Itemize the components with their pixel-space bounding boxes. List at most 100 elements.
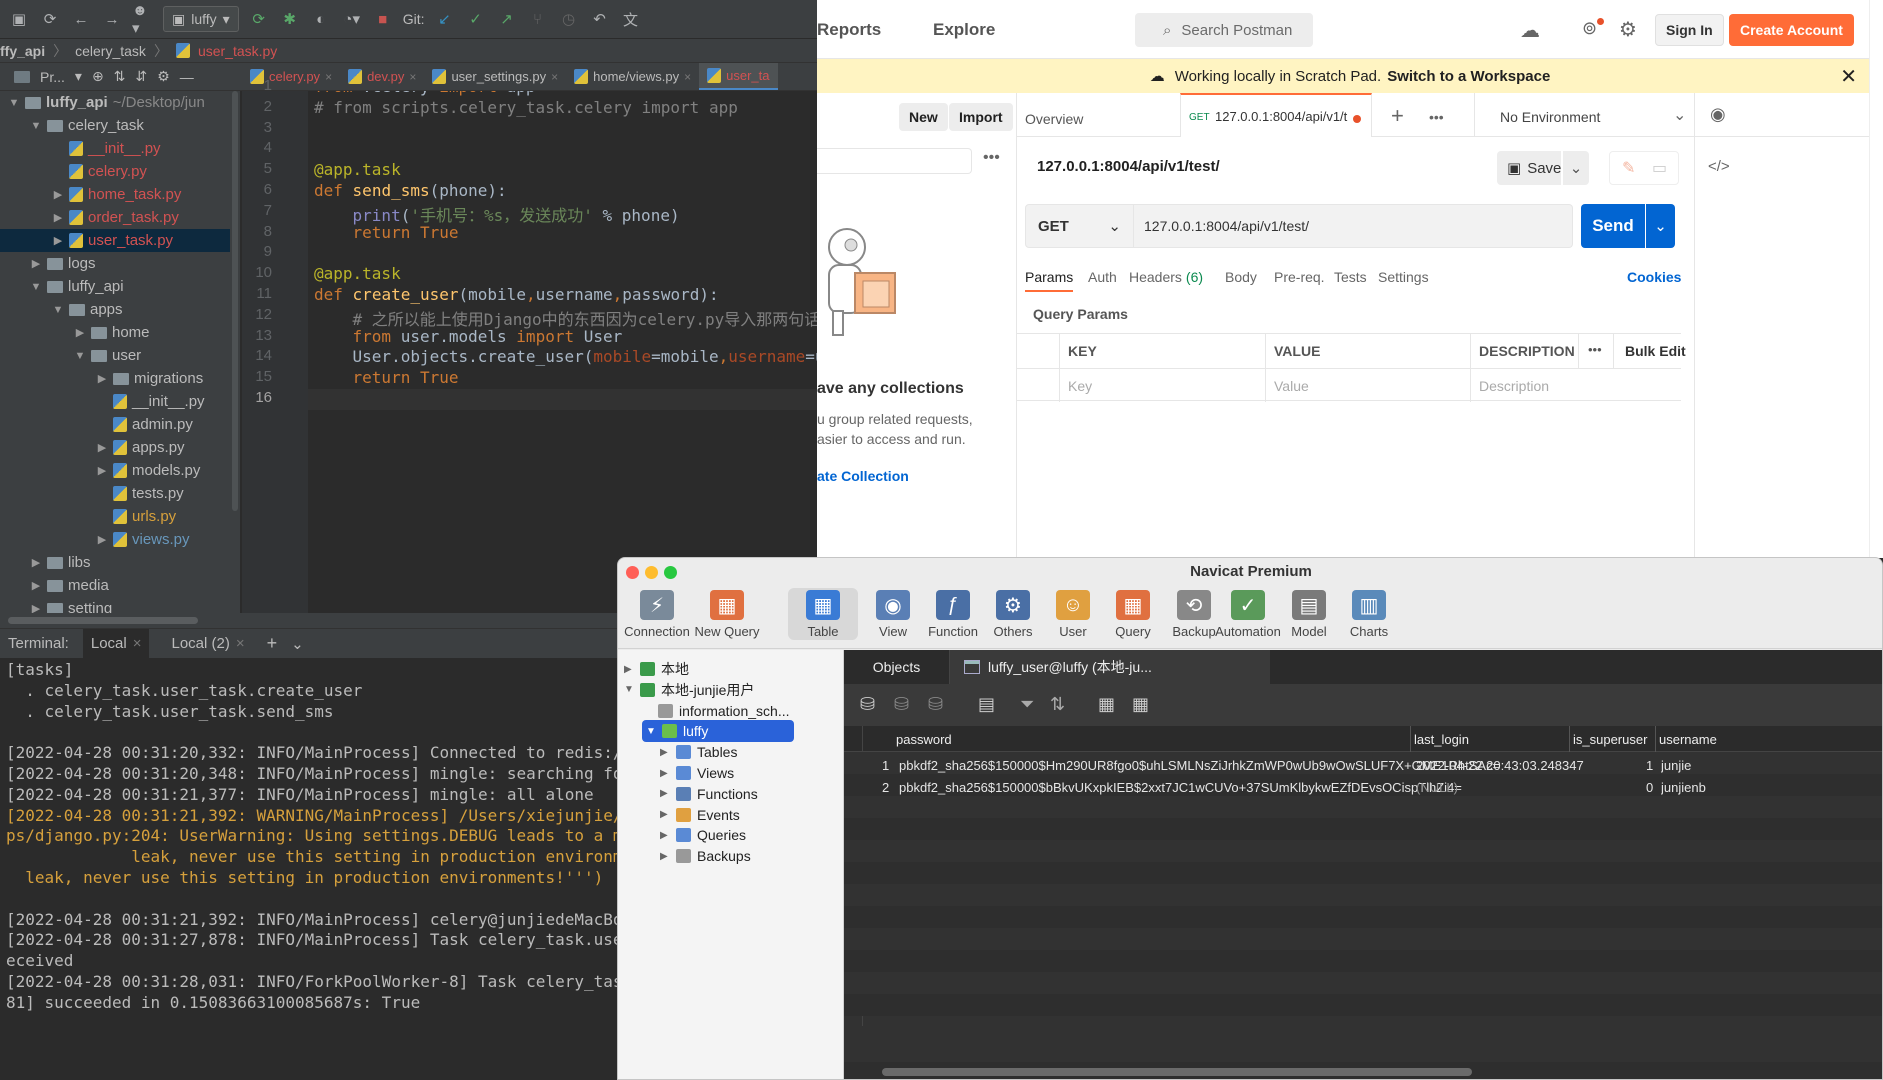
new-tab-icon[interactable]: +	[1391, 103, 1404, 129]
request-tab[interactable]: Tests	[1334, 269, 1367, 285]
chevron-right-icon[interactable]: ▶	[30, 556, 42, 569]
editor-tab[interactable]: user_ta	[699, 63, 778, 90]
forward-icon[interactable]: →	[101, 8, 123, 30]
chevron-right-icon[interactable]: ▶	[660, 830, 670, 841]
tree-item[interactable]: ▶ models.py	[0, 459, 230, 482]
column-header[interactable]: username	[1659, 726, 1717, 752]
request-tab[interactable]: Settings	[1378, 269, 1429, 285]
collapse-all-icon[interactable]: ⇵	[135, 68, 147, 85]
connection-tree-item[interactable]: ▼ 本地-junjie用户	[624, 679, 754, 701]
more-icon[interactable]: •••	[983, 149, 1000, 167]
cell-is-superuser[interactable]: 1	[1646, 754, 1653, 776]
debug-icon[interactable]: ✱	[279, 8, 301, 30]
tool-new-query[interactable]: ▦ New Query	[692, 590, 762, 639]
zoom-window-button[interactable]	[664, 566, 677, 579]
close-icon[interactable]: ✕	[1840, 64, 1857, 89]
tool-query[interactable]: ▦ Query	[1098, 590, 1168, 639]
horizontal-scrollbar[interactable]	[8, 617, 198, 624]
row-number[interactable]: 1	[882, 754, 889, 776]
code-line[interactable]: from user.models import User	[314, 327, 623, 346]
tool-charts[interactable]: ▥ Charts	[1334, 590, 1404, 639]
tree-item[interactable]: admin.py	[0, 413, 230, 436]
new-button[interactable]: New	[899, 103, 948, 131]
connection-tree-item[interactable]: ▶ Backups	[660, 845, 751, 867]
bulk-edit-link[interactable]: Bulk Edit	[1625, 343, 1686, 359]
chevron-right-icon[interactable]: ▶	[30, 602, 42, 613]
breadcrumb-item[interactable]: user_task.py	[198, 43, 277, 59]
tree-item[interactable]: ▶ views.py	[0, 528, 230, 551]
request-title[interactable]: 127.0.0.1:8004/api/v1/test/	[1037, 158, 1220, 175]
create-collection-link[interactable]: ate Collection	[817, 468, 909, 484]
code-icon[interactable]: </>	[1708, 158, 1730, 175]
run-config-select[interactable]: ▣ luffy ▾	[163, 6, 239, 32]
close-icon[interactable]: ×	[551, 70, 558, 84]
cell-password[interactable]: pbkdf2_sha256$150000$Hm290UR8fgo0$uhLSML…	[899, 754, 1500, 776]
close-icon[interactable]: ×	[684, 70, 691, 84]
cell-password[interactable]: pbkdf2_sha256$150000$bBkvUKxpkIEB$2xxt7J…	[899, 776, 1462, 798]
chevron-down-icon[interactable]: ▼	[646, 726, 656, 737]
sort-icon[interactable]: ⇅	[1050, 694, 1065, 715]
editor-tab[interactable]: user_settings.py ×	[424, 63, 566, 90]
column-header[interactable]: is_superuser	[1573, 726, 1647, 752]
comment-icon[interactable]: ▭	[1652, 158, 1667, 178]
chevron-down-icon[interactable]: ▼	[8, 97, 20, 109]
tree-item[interactable]: ▶ migrations	[0, 367, 230, 390]
project-view-select[interactable]: Pr...	[40, 69, 65, 85]
connection-tree-item[interactable]: ▶ 本地	[624, 658, 689, 680]
code-line[interactable]: # from scripts.celery_task.celery import…	[314, 98, 738, 117]
filter-icon[interactable]: ⏷	[1020, 694, 1034, 715]
delete-record-icon[interactable]: ⛁	[894, 694, 909, 715]
row-number[interactable]: 2	[882, 776, 889, 798]
tree-item[interactable]: ▶ apps.py	[0, 436, 230, 459]
request-tab[interactable]: Headers (6)	[1129, 269, 1203, 285]
terminal-tab-local-2[interactable]: Local (2) ×	[163, 629, 252, 659]
tab-objects[interactable]: Objects	[844, 650, 950, 684]
description-input[interactable]: Description	[1479, 378, 1549, 394]
environment-select[interactable]: No Environment	[1500, 109, 1600, 125]
code-line[interactable]: def send_sms(phone):	[314, 181, 507, 200]
profile-icon[interactable]: ◔▾	[341, 8, 363, 30]
data-grid[interactable]: password last_login is_superuser username 1 p…	[844, 726, 1882, 1079]
code-line[interactable]: @app.task	[314, 160, 401, 179]
close-icon[interactable]: ×	[325, 70, 332, 84]
filter-input[interactable]	[817, 148, 972, 174]
close-icon[interactable]: ×	[236, 635, 245, 652]
horizontal-scrollbar[interactable]	[882, 1068, 1472, 1076]
close-icon[interactable]: ×	[133, 635, 142, 652]
connection-tree-item[interactable]: ▶ Functions	[660, 783, 758, 805]
nav-explore[interactable]: Explore	[933, 20, 995, 40]
tool-table[interactable]: ▦ Table	[788, 588, 858, 640]
connection-tree-item[interactable]: information_sch...	[642, 700, 790, 722]
connection-tree-item[interactable]: ▼ luffy	[642, 720, 794, 743]
code-line[interactable]: return True	[314, 368, 459, 387]
chevron-down-icon[interactable]: ▼	[74, 350, 86, 362]
chevron-right-icon[interactable]: ▶	[624, 664, 634, 675]
tree-item[interactable]: ▼ luffy_api	[0, 275, 230, 298]
nav-reports[interactable]: Reports	[817, 20, 881, 40]
chevron-right-icon[interactable]: ▶	[660, 788, 670, 799]
code-editor[interactable]: from .celery import app # from scripts.ce…	[308, 91, 817, 613]
save-icon[interactable]: ▣	[8, 8, 30, 30]
request-tab[interactable]: Pre-req.	[1274, 269, 1325, 285]
tree-item[interactable]: ▶ libs	[0, 551, 230, 574]
user-icon[interactable]: ☻▾	[132, 2, 154, 37]
minimize-window-button[interactable]	[645, 566, 658, 579]
chevron-right-icon[interactable]: ▶	[660, 851, 670, 862]
chevron-down-icon[interactable]: ⌄	[291, 635, 304, 653]
tool-automation[interactable]: ✓ Automation	[1213, 590, 1283, 639]
revert-icon[interactable]: ↶	[588, 8, 610, 30]
connection-tree-item[interactable]: ▶ Tables	[660, 741, 737, 763]
tab-request[interactable]: GET 127.0.0.1:8004/api/v1/t	[1180, 93, 1372, 137]
gear-icon[interactable]: ⚙	[157, 68, 170, 85]
request-tab[interactable]: Body	[1225, 269, 1257, 285]
chevron-down-icon[interactable]: ⌄	[1673, 105, 1686, 125]
cell-is-superuser[interactable]: 0	[1646, 776, 1653, 798]
tree-item[interactable]: ▶ order_task.py	[0, 206, 230, 229]
code-line[interactable]: User.objects.create_user(mobile=mobile,u…	[314, 347, 817, 366]
history-icon[interactable]: ◷	[557, 8, 579, 30]
cell-username[interactable]: junjie	[1661, 754, 1691, 776]
chevron-down-icon[interactable]: ▼	[30, 281, 42, 293]
git-commit-icon[interactable]: ✓	[464, 8, 486, 30]
close-window-button[interactable]	[626, 566, 639, 579]
cell-last-login[interactable]: (NULL)	[1416, 776, 1458, 798]
